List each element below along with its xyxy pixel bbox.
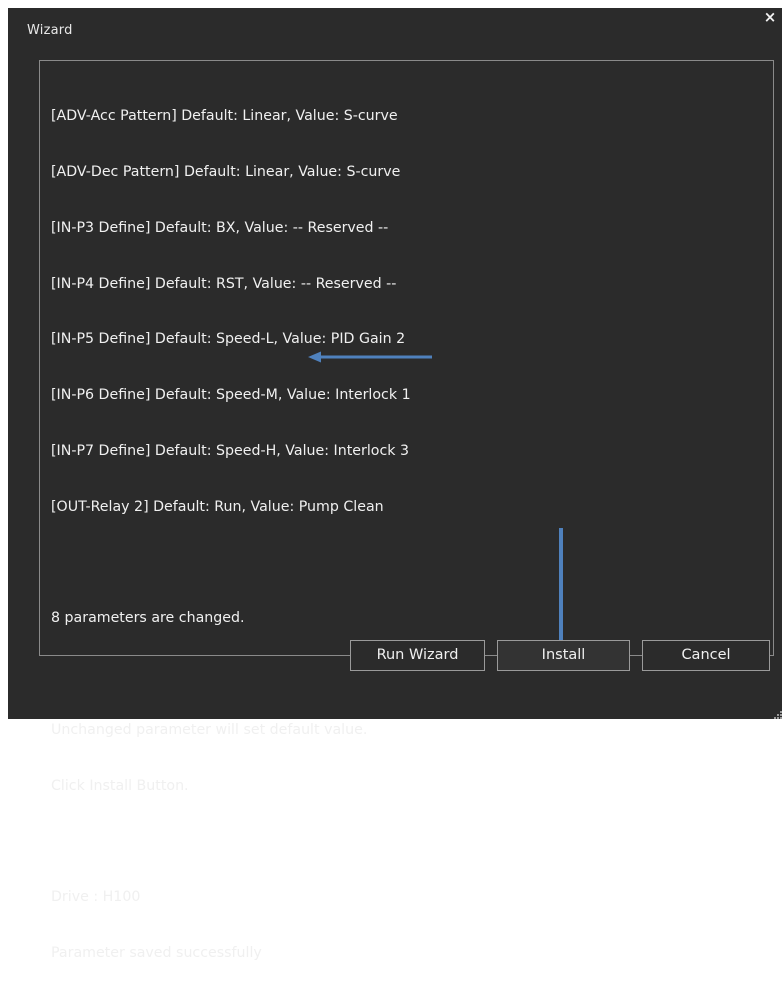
cancel-button[interactable]: Cancel (642, 640, 770, 671)
arrow-left-icon (308, 351, 432, 363)
log-line: [OUT-Relay 2] Default: Run, Value: Pump … (51, 498, 384, 515)
install-button[interactable]: Install (497, 640, 630, 671)
window-title: Wizard (27, 23, 73, 38)
log-line (51, 832, 411, 851)
resize-grip-icon[interactable] (774, 711, 782, 719)
close-icon[interactable]: × (763, 9, 777, 25)
log-line: [IN-P4 Define] Default: RST, Value: -- R… (51, 275, 397, 292)
log-line: [IN-P6 Define] Default: Speed-M, Value: … (51, 387, 411, 404)
wizard-dialog: Wizard × [ADV-Acc Pattern] Default: Line… (8, 8, 782, 961)
log-line: [IN-P3 Define] Default: BX, Value: -- Re… (51, 219, 389, 236)
log-line: Drive : H100 (51, 889, 141, 906)
log-line: Parameter saved successfully (51, 944, 262, 961)
arrow-down-icon (554, 528, 568, 656)
output-log-lines: [ADV-Acc Pattern] Default: Linear, Value… (51, 70, 411, 1000)
log-line: [IN-P7 Define] Default: Speed-H, Value: … (51, 442, 410, 459)
log-line: [ADV-Acc Pattern] Default: Linear, Value… (51, 108, 398, 125)
log-line: 8 parameters are changed. (51, 610, 245, 627)
title-bar[interactable]: Wizard × (8, 8, 782, 49)
log-line: Unchanged parameter will set default val… (51, 721, 368, 738)
run-wizard-button[interactable]: Run Wizard (350, 640, 485, 671)
log-line: [ADV-Dec Pattern] Default: Linear, Value… (51, 163, 401, 180)
log-line: Click Install Button. (51, 777, 189, 794)
log-line: [IN-P5 Define] Default: Speed-L, Value: … (51, 331, 406, 348)
log-line (51, 553, 411, 572)
